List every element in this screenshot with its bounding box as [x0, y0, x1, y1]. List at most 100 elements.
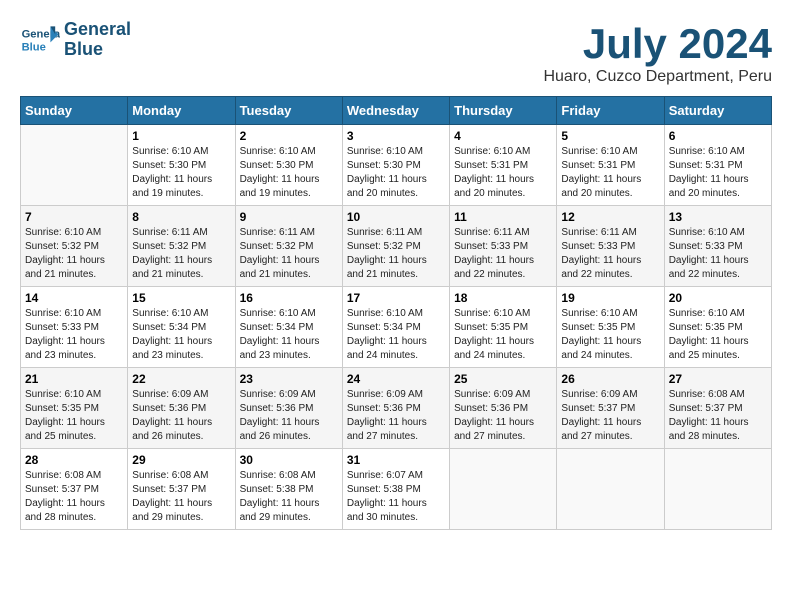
day-cell: 15 Sunrise: 6:10 AMSunset: 5:34 PMDayligh… — [128, 287, 235, 368]
day-number: 4 — [454, 129, 552, 143]
day-number: 3 — [347, 129, 445, 143]
day-info: Sunrise: 6:10 AMSunset: 5:34 PMDaylight:… — [240, 307, 338, 363]
header-tuesday: Tuesday — [235, 97, 342, 125]
day-number: 27 — [669, 372, 767, 386]
week-row-1: 1 Sunrise: 6:10 AMSunset: 5:30 PMDaylight… — [21, 125, 772, 206]
day-cell: 8 Sunrise: 6:11 AMSunset: 5:32 PMDaylight… — [128, 206, 235, 287]
day-number: 2 — [240, 129, 338, 143]
day-info: Sunrise: 6:10 AMSunset: 5:34 PMDaylight:… — [132, 307, 230, 363]
day-number: 1 — [132, 129, 230, 143]
day-number: 19 — [561, 291, 659, 305]
week-row-5: 28 Sunrise: 6:08 AMSunset: 5:37 PMDayligh… — [21, 449, 772, 530]
day-cell: 20Sunrise: 6:10 AMSunset: 5:35 PMDayligh… — [664, 287, 771, 368]
day-info: Sunrise: 6:09 AMSunset: 5:36 PMDaylight:… — [240, 388, 338, 444]
day-cell — [664, 449, 771, 530]
day-number: 14 — [25, 291, 123, 305]
day-cell: 23 Sunrise: 6:09 AMSunset: 5:36 PMDayligh… — [235, 368, 342, 449]
day-info: Sunrise: 6:10 AMSunset: 5:33 PMDaylight:… — [25, 307, 123, 363]
header-saturday: Saturday — [664, 97, 771, 125]
day-info: Sunrise: 6:09 AMSunset: 5:37 PMDaylight:… — [561, 388, 659, 444]
day-cell: 24 Sunrise: 6:09 AMSunset: 5:36 PMDayligh… — [342, 368, 449, 449]
day-info: Sunrise: 6:10 AMSunset: 5:33 PMDaylight:… — [669, 226, 767, 282]
day-number: 15 — [132, 291, 230, 305]
day-info: Sunrise: 6:11 AMSunset: 5:33 PMDaylight:… — [561, 226, 659, 282]
day-info: Sunrise: 6:10 AMSunset: 5:35 PMDaylight:… — [561, 307, 659, 363]
day-info: Sunrise: 6:11 AMSunset: 5:33 PMDaylight:… — [454, 226, 552, 282]
day-cell: 27 Sunrise: 6:08 AMSunset: 5:37 PMDayligh… — [664, 368, 771, 449]
day-cell: 10 Sunrise: 6:11 AMSunset: 5:32 PMDayligh… — [342, 206, 449, 287]
day-cell: 21 Sunrise: 6:10 AMSunset: 5:35 PMDayligh… — [21, 368, 128, 449]
day-number: 12 — [561, 210, 659, 224]
day-cell: 18Sunrise: 6:10 AMSunset: 5:35 PMDayligh… — [450, 287, 557, 368]
day-cell: 11 Sunrise: 6:11 AMSunset: 5:33 PMDayligh… — [450, 206, 557, 287]
day-info: Sunrise: 6:08 AMSunset: 5:38 PMDaylight:… — [240, 469, 338, 525]
day-cell — [557, 449, 664, 530]
header-monday: Monday — [128, 97, 235, 125]
day-cell: 14 Sunrise: 6:10 AMSunset: 5:33 PMDayligh… — [21, 287, 128, 368]
svg-text:Blue: Blue — [22, 41, 46, 53]
day-number: 28 — [25, 453, 123, 467]
day-cell: 19 Sunrise: 6:10 AMSunset: 5:35 PMDayligh… — [557, 287, 664, 368]
day-number: 21 — [25, 372, 123, 386]
title-block: July 2024 Huaro, Cuzco Department, Peru — [543, 20, 772, 86]
day-cell — [21, 125, 128, 206]
day-number: 16 — [240, 291, 338, 305]
day-info: Sunrise: 6:08 AMSunset: 5:37 PMDaylight:… — [669, 388, 767, 444]
day-number: 7 — [25, 210, 123, 224]
logo-text: General Blue — [64, 20, 131, 60]
day-info: Sunrise: 6:10 AMSunset: 5:31 PMDaylight:… — [454, 145, 552, 201]
header-row: SundayMondayTuesdayWednesdayThursdayFrid… — [21, 97, 772, 125]
day-cell: 31 Sunrise: 6:07 AMSunset: 5:38 PMDayligh… — [342, 449, 449, 530]
day-info: Sunrise: 6:10 AMSunset: 5:35 PMDaylight:… — [454, 307, 552, 363]
day-cell: 2 Sunrise: 6:10 AMSunset: 5:30 PMDaylight… — [235, 125, 342, 206]
day-cell: 5Sunrise: 6:10 AMSunset: 5:31 PMDaylight… — [557, 125, 664, 206]
week-row-2: 7 Sunrise: 6:10 AMSunset: 5:32 PMDaylight… — [21, 206, 772, 287]
day-info: Sunrise: 6:10 AMSunset: 5:30 PMDaylight:… — [240, 145, 338, 201]
day-info: Sunrise: 6:10 AMSunset: 5:35 PMDaylight:… — [25, 388, 123, 444]
calendar-table: SundayMondayTuesdayWednesdayThursdayFrid… — [20, 96, 772, 530]
day-number: 11 — [454, 210, 552, 224]
day-cell: 9Sunrise: 6:11 AMSunset: 5:32 PMDaylight… — [235, 206, 342, 287]
day-info: Sunrise: 6:11 AMSunset: 5:32 PMDaylight:… — [132, 226, 230, 282]
day-number: 25 — [454, 372, 552, 386]
week-row-3: 14 Sunrise: 6:10 AMSunset: 5:33 PMDayligh… — [21, 287, 772, 368]
day-cell: 12 Sunrise: 6:11 AMSunset: 5:33 PMDayligh… — [557, 206, 664, 287]
day-cell: 1 Sunrise: 6:10 AMSunset: 5:30 PMDaylight… — [128, 125, 235, 206]
day-number: 26 — [561, 372, 659, 386]
header-sunday: Sunday — [21, 97, 128, 125]
day-info: Sunrise: 6:10 AMSunset: 5:31 PMDaylight:… — [561, 145, 659, 201]
day-number: 8 — [132, 210, 230, 224]
day-number: 31 — [347, 453, 445, 467]
day-info: Sunrise: 6:10 AMSunset: 5:30 PMDaylight:… — [132, 145, 230, 201]
day-info: Sunrise: 6:09 AMSunset: 5:36 PMDaylight:… — [347, 388, 445, 444]
day-cell: 7 Sunrise: 6:10 AMSunset: 5:32 PMDaylight… — [21, 206, 128, 287]
location-title: Huaro, Cuzco Department, Peru — [543, 68, 772, 86]
day-info: Sunrise: 6:11 AMSunset: 5:32 PMDaylight:… — [240, 226, 338, 282]
day-number: 22 — [132, 372, 230, 386]
day-number: 20 — [669, 291, 767, 305]
day-cell: 17Sunrise: 6:10 AMSunset: 5:34 PMDayligh… — [342, 287, 449, 368]
header-thursday: Thursday — [450, 97, 557, 125]
day-cell: 13 Sunrise: 6:10 AMSunset: 5:33 PMDayligh… — [664, 206, 771, 287]
day-info: Sunrise: 6:10 AMSunset: 5:34 PMDaylight:… — [347, 307, 445, 363]
day-info: Sunrise: 6:11 AMSunset: 5:32 PMDaylight:… — [347, 226, 445, 282]
header-wednesday: Wednesday — [342, 97, 449, 125]
header-friday: Friday — [557, 97, 664, 125]
day-info: Sunrise: 6:10 AMSunset: 5:31 PMDaylight:… — [669, 145, 767, 201]
day-number: 10 — [347, 210, 445, 224]
day-number: 23 — [240, 372, 338, 386]
day-cell: 29Sunrise: 6:08 AMSunset: 5:37 PMDayligh… — [128, 449, 235, 530]
day-cell: 6Sunrise: 6:10 AMSunset: 5:31 PMDaylight… — [664, 125, 771, 206]
day-number: 24 — [347, 372, 445, 386]
day-info: Sunrise: 6:07 AMSunset: 5:38 PMDaylight:… — [347, 469, 445, 525]
day-cell: 26 Sunrise: 6:09 AMSunset: 5:37 PMDayligh… — [557, 368, 664, 449]
day-cell: 25 Sunrise: 6:09 AMSunset: 5:36 PMDayligh… — [450, 368, 557, 449]
day-cell: 28Sunrise: 6:08 AMSunset: 5:37 PMDayligh… — [21, 449, 128, 530]
day-number: 13 — [669, 210, 767, 224]
day-info: Sunrise: 6:08 AMSunset: 5:37 PMDaylight:… — [132, 469, 230, 525]
day-info: Sunrise: 6:09 AMSunset: 5:36 PMDaylight:… — [454, 388, 552, 444]
day-info: Sunrise: 6:10 AMSunset: 5:32 PMDaylight:… — [25, 226, 123, 282]
logo-icon: General Blue — [20, 20, 60, 60]
logo: General Blue General Blue — [20, 20, 131, 60]
day-number: 30 — [240, 453, 338, 467]
